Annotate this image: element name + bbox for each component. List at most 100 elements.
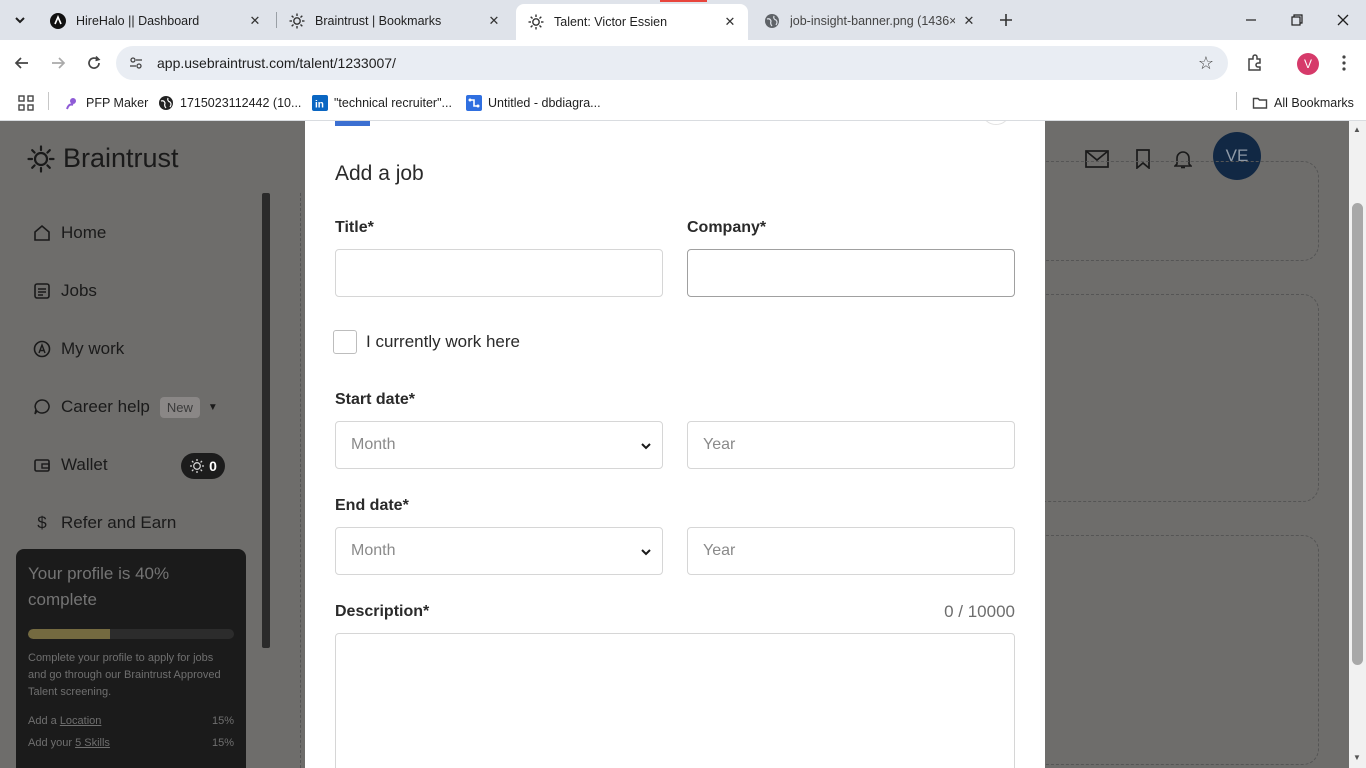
select-value: Month: [351, 436, 396, 453]
bookmark-label: "technical recruiter"...: [334, 96, 452, 110]
address-bar[interactable]: app.usebraintrust.com/talent/1233007/ ☆: [116, 46, 1228, 80]
arrow-right-icon: [52, 57, 66, 69]
forward-button[interactable]: [46, 51, 70, 75]
browser-menu-button[interactable]: [1332, 51, 1356, 75]
dashed-section: [1010, 161, 1319, 261]
end-year-input[interactable]: Year: [687, 527, 1015, 575]
profile-task-location[interactable]: Add a Location 15%: [28, 715, 234, 727]
all-bookmarks-button[interactable]: All Bookmarks: [1252, 93, 1354, 113]
sidebar-scrollbar[interactable]: [262, 193, 270, 648]
tab-braintrust-bookmarks[interactable]: Braintrust | Bookmarks ✕: [277, 5, 512, 36]
profile-task-skills[interactable]: Add your 5 Skills 15%: [28, 737, 234, 749]
sidebar-item-home[interactable]: Home: [32, 220, 106, 246]
tab-loading-indicator: [660, 0, 707, 2]
tab-talent-victor-essien[interactable]: Talent: Victor Essien ✕: [516, 4, 748, 40]
sidebar-item-my-work[interactable]: My work: [32, 336, 124, 362]
bookmark-pfp-maker[interactable]: PFP Maker: [64, 93, 148, 113]
chevron-down-icon: [15, 17, 25, 24]
reload-icon: [88, 55, 101, 69]
caret-down-icon[interactable]: ▼: [208, 402, 218, 413]
minimize-button[interactable]: [1236, 8, 1266, 32]
start-year-input[interactable]: Year: [687, 421, 1015, 469]
scrollbar-thumb[interactable]: [1352, 203, 1363, 665]
braintrust-sun-icon: [27, 144, 55, 173]
reload-button[interactable]: [82, 51, 106, 75]
tab-job-insight-banner[interactable]: job-insight-banner.png (1436× ✕: [752, 5, 987, 36]
chevron-down-icon: [641, 549, 651, 556]
chat-bubble-icon: [32, 397, 52, 417]
tab-hirehalo[interactable]: HireHalo || Dashboard ✕: [38, 5, 273, 36]
task-percent: 15%: [211, 715, 234, 727]
bookmark-star-icon[interactable]: ☆: [1198, 53, 1214, 74]
end-month-select[interactable]: Month: [335, 527, 663, 575]
scroll-up-arrow-icon[interactable]: ▲: [1353, 125, 1361, 134]
site-settings-icon[interactable]: [128, 55, 144, 71]
sidebar-item-jobs[interactable]: Jobs: [32, 278, 97, 304]
add-job-modal: Add a job Title* Company* I currently wo…: [305, 121, 1045, 768]
my-work-icon: [32, 339, 52, 359]
sidebar-item-career-help[interactable]: Career help New ▼: [32, 394, 218, 420]
apps-button[interactable]: [18, 93, 34, 113]
tab-title: Talent: Victor Essien: [554, 15, 668, 29]
close-icon[interactable]: ✕: [247, 13, 263, 29]
sidebar-item-wallet[interactable]: Wallet: [32, 452, 108, 478]
content-border: [300, 193, 301, 768]
start-month-select[interactable]: Month: [335, 421, 663, 469]
restore-icon: [1291, 14, 1303, 26]
currently-work-here-checkbox[interactable]: [333, 330, 357, 354]
modal-close-button[interactable]: [981, 121, 1011, 125]
wallet-balance-badge[interactable]: 0: [181, 453, 225, 479]
back-button[interactable]: [10, 51, 34, 75]
hirehalo-icon: [50, 12, 66, 29]
restore-button[interactable]: [1282, 8, 1312, 32]
braintrust-logo[interactable]: Braintrust: [27, 143, 179, 174]
minimize-icon: [1246, 19, 1256, 21]
wallet-icon: [32, 455, 52, 475]
bookmark-label: PFP Maker: [86, 96, 149, 110]
extensions-button[interactable]: [1243, 51, 1267, 75]
browser-profile-avatar[interactable]: V: [1297, 53, 1319, 75]
dashed-section: [1010, 535, 1319, 765]
new-badge: New: [159, 396, 200, 418]
modal-accent-bar: [335, 121, 370, 126]
task-link[interactable]: Location: [60, 715, 102, 727]
puzzle-icon: [1248, 54, 1261, 71]
bookmark-1715023112442[interactable]: 1715023112442 (10...: [158, 93, 301, 113]
company-input[interactable]: [687, 249, 1015, 297]
profile-progress-bar: [28, 629, 234, 639]
braintrust-icon: [528, 14, 544, 30]
sidebar-item-refer-and-earn[interactable]: $ Refer and Earn: [32, 510, 176, 536]
modal-title: Add a job: [335, 162, 424, 185]
browser-tab-strip: HireHalo || Dashboard ✕ Braintrust | Boo…: [0, 0, 1366, 40]
close-window-button[interactable]: [1328, 8, 1358, 32]
sidebar-item-label: Career help: [61, 397, 150, 416]
page-scrollbar[interactable]: ▲ ▼: [1349, 121, 1366, 768]
dollar-icon: $: [37, 513, 47, 532]
close-icon[interactable]: ✕: [961, 13, 977, 29]
bookmark-divider: [48, 92, 49, 110]
end-date-label: End date*: [335, 497, 409, 514]
scroll-down-arrow-icon[interactable]: ▼: [1353, 753, 1361, 762]
linkedin-icon: in: [312, 95, 328, 111]
profile-completion-description: Complete your profile to apply for jobs …: [28, 652, 221, 698]
task-link[interactable]: 5 Skills: [75, 737, 110, 749]
bookmark-technical-recruiter[interactable]: in "technical recruiter"...: [312, 93, 452, 113]
currently-work-here-label[interactable]: I currently work here: [366, 332, 520, 352]
sidebar-item-label: Wallet: [61, 455, 108, 474]
bookmark-label: 1715023112442 (10...: [180, 96, 302, 110]
close-icon[interactable]: ✕: [722, 14, 738, 30]
sidebar-item-label: My work: [61, 339, 125, 358]
folder-icon: [1252, 95, 1268, 111]
jobs-icon: [32, 281, 52, 301]
description-textarea[interactable]: [335, 633, 1015, 768]
bookmark-dbdiagram[interactable]: Untitled - dbdiagra...: [466, 93, 601, 113]
dashed-section: [1010, 294, 1319, 502]
close-icon[interactable]: ✕: [486, 13, 502, 29]
new-tab-button[interactable]: [994, 9, 1018, 31]
brand-name: Braintrust: [63, 143, 179, 173]
pfp-maker-icon: [64, 95, 80, 111]
tab-title: Braintrust | Bookmarks: [315, 13, 442, 28]
dbdiagram-icon: [466, 95, 482, 111]
tab-search-button[interactable]: [6, 8, 34, 32]
title-input[interactable]: [335, 249, 663, 297]
